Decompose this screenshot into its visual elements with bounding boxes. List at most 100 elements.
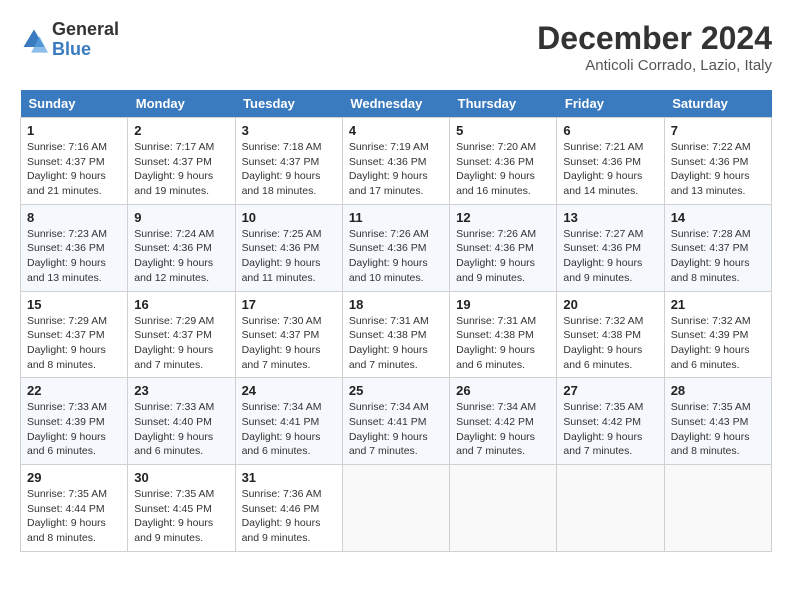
calendar-cell: 15 Sunrise: 7:29 AM Sunset: 4:37 PM Dayli…	[21, 291, 128, 378]
logo-text: General Blue	[52, 20, 119, 60]
calendar-table: SundayMondayTuesdayWednesdayThursdayFrid…	[20, 90, 772, 552]
day-number: 4	[349, 123, 443, 138]
day-info: Sunrise: 7:26 AM Sunset: 4:36 PM Dayligh…	[349, 227, 443, 286]
calendar-cell: 22Sunrise: 7:33 AM Sunset: 4:39 PM Dayli…	[21, 378, 128, 465]
calendar-cell: 5 Sunrise: 7:20 AM Sunset: 4:36 PM Daylig…	[450, 118, 557, 205]
day-number: 14	[671, 210, 765, 225]
logo-line1: General	[52, 20, 119, 40]
day-number: 26	[456, 383, 550, 398]
calendar-cell: 25Sunrise: 7:34 AM Sunset: 4:41 PM Dayli…	[342, 378, 449, 465]
day-number: 6	[563, 123, 657, 138]
calendar-cell: 7 Sunrise: 7:22 AM Sunset: 4:36 PM Daylig…	[664, 118, 771, 205]
calendar-cell: 9 Sunrise: 7:24 AM Sunset: 4:36 PM Daylig…	[128, 204, 235, 291]
day-info: Sunrise: 7:29 AM Sunset: 4:37 PM Dayligh…	[134, 314, 228, 373]
day-info: Sunrise: 7:32 AM Sunset: 4:38 PM Dayligh…	[563, 314, 657, 373]
calendar-header-monday: Monday	[128, 90, 235, 118]
calendar-cell: 2Sunrise: 7:17 AM Sunset: 4:37 PM Daylig…	[128, 118, 235, 205]
day-number: 23	[134, 383, 228, 398]
calendar-cell	[342, 465, 449, 552]
day-info: Sunrise: 7:36 AM Sunset: 4:46 PM Dayligh…	[242, 487, 336, 546]
calendar-header-wednesday: Wednesday	[342, 90, 449, 118]
day-info: Sunrise: 7:21 AM Sunset: 4:36 PM Dayligh…	[563, 140, 657, 199]
calendar-cell: 28 Sunrise: 7:35 AM Sunset: 4:43 PM Dayli…	[664, 378, 771, 465]
day-number: 24	[242, 383, 336, 398]
day-info: Sunrise: 7:34 AM Sunset: 4:42 PM Dayligh…	[456, 400, 550, 459]
day-info: Sunrise: 7:33 AM Sunset: 4:40 PM Dayligh…	[134, 400, 228, 459]
day-info: Sunrise: 7:22 AM Sunset: 4:36 PM Dayligh…	[671, 140, 765, 199]
calendar-week-row: 22Sunrise: 7:33 AM Sunset: 4:39 PM Dayli…	[21, 378, 772, 465]
day-number: 7	[671, 123, 765, 138]
day-number: 25	[349, 383, 443, 398]
calendar-cell: 14Sunrise: 7:28 AM Sunset: 4:37 PM Dayli…	[664, 204, 771, 291]
day-number: 15	[27, 297, 121, 312]
calendar-cell: 21Sunrise: 7:32 AM Sunset: 4:39 PM Dayli…	[664, 291, 771, 378]
day-info: Sunrise: 7:31 AM Sunset: 4:38 PM Dayligh…	[456, 314, 550, 373]
calendar-week-row: 8Sunrise: 7:23 AM Sunset: 4:36 PM Daylig…	[21, 204, 772, 291]
calendar-cell: 27 Sunrise: 7:35 AM Sunset: 4:42 PM Dayli…	[557, 378, 664, 465]
day-number: 11	[349, 210, 443, 225]
day-info: Sunrise: 7:29 AM Sunset: 4:37 PM Dayligh…	[27, 314, 121, 373]
day-number: 29	[27, 470, 121, 485]
day-number: 19	[456, 297, 550, 312]
day-number: 3	[242, 123, 336, 138]
calendar-week-row: 29 Sunrise: 7:35 AM Sunset: 4:44 PM Dayli…	[21, 465, 772, 552]
day-info: Sunrise: 7:27 AM Sunset: 4:36 PM Dayligh…	[563, 227, 657, 286]
calendar-cell: 3 Sunrise: 7:18 AM Sunset: 4:37 PM Daylig…	[235, 118, 342, 205]
day-number: 8	[27, 210, 121, 225]
logo: General Blue	[20, 20, 119, 60]
calendar-cell: 12Sunrise: 7:26 AM Sunset: 4:36 PM Dayli…	[450, 204, 557, 291]
calendar-header-saturday: Saturday	[664, 90, 771, 118]
day-info: Sunrise: 7:20 AM Sunset: 4:36 PM Dayligh…	[456, 140, 550, 199]
title-block: December 2024 Anticoli Corrado, Lazio, I…	[537, 20, 772, 74]
calendar-cell	[557, 465, 664, 552]
calendar-cell: 18 Sunrise: 7:31 AM Sunset: 4:38 PM Dayli…	[342, 291, 449, 378]
day-info: Sunrise: 7:35 AM Sunset: 4:44 PM Dayligh…	[27, 487, 121, 546]
day-info: Sunrise: 7:35 AM Sunset: 4:43 PM Dayligh…	[671, 400, 765, 459]
calendar-cell	[450, 465, 557, 552]
calendar-header-row: SundayMondayTuesdayWednesdayThursdayFrid…	[21, 90, 772, 118]
day-number: 16	[134, 297, 228, 312]
calendar-cell: 30Sunrise: 7:35 AM Sunset: 4:45 PM Dayli…	[128, 465, 235, 552]
day-number: 12	[456, 210, 550, 225]
day-number: 18	[349, 297, 443, 312]
day-info: Sunrise: 7:35 AM Sunset: 4:42 PM Dayligh…	[563, 400, 657, 459]
day-number: 9	[134, 210, 228, 225]
calendar-header-thursday: Thursday	[450, 90, 557, 118]
calendar-cell: 4 Sunrise: 7:19 AM Sunset: 4:36 PM Daylig…	[342, 118, 449, 205]
day-info: Sunrise: 7:30 AM Sunset: 4:37 PM Dayligh…	[242, 314, 336, 373]
calendar-cell: 13 Sunrise: 7:27 AM Sunset: 4:36 PM Dayli…	[557, 204, 664, 291]
day-info: Sunrise: 7:31 AM Sunset: 4:38 PM Dayligh…	[349, 314, 443, 373]
calendar-week-row: 1Sunrise: 7:16 AM Sunset: 4:37 PM Daylig…	[21, 118, 772, 205]
month-title: December 2024	[537, 20, 772, 57]
calendar-cell: 8Sunrise: 7:23 AM Sunset: 4:36 PM Daylig…	[21, 204, 128, 291]
day-number: 5	[456, 123, 550, 138]
calendar-header-sunday: Sunday	[21, 90, 128, 118]
calendar-cell: 26 Sunrise: 7:34 AM Sunset: 4:42 PM Dayli…	[450, 378, 557, 465]
calendar-cell: 24 Sunrise: 7:34 AM Sunset: 4:41 PM Dayli…	[235, 378, 342, 465]
day-number: 20	[563, 297, 657, 312]
calendar-cell: 10Sunrise: 7:25 AM Sunset: 4:36 PM Dayli…	[235, 204, 342, 291]
day-info: Sunrise: 7:24 AM Sunset: 4:36 PM Dayligh…	[134, 227, 228, 286]
day-number: 13	[563, 210, 657, 225]
day-info: Sunrise: 7:19 AM Sunset: 4:36 PM Dayligh…	[349, 140, 443, 199]
day-info: Sunrise: 7:25 AM Sunset: 4:36 PM Dayligh…	[242, 227, 336, 286]
day-number: 21	[671, 297, 765, 312]
calendar-header-friday: Friday	[557, 90, 664, 118]
logo-icon	[20, 26, 48, 54]
day-info: Sunrise: 7:17 AM Sunset: 4:37 PM Dayligh…	[134, 140, 228, 199]
calendar-cell: 17Sunrise: 7:30 AM Sunset: 4:37 PM Dayli…	[235, 291, 342, 378]
day-number: 30	[134, 470, 228, 485]
calendar-header-tuesday: Tuesday	[235, 90, 342, 118]
calendar-cell: 6 Sunrise: 7:21 AM Sunset: 4:36 PM Daylig…	[557, 118, 664, 205]
day-number: 1	[27, 123, 121, 138]
calendar-cell: 31Sunrise: 7:36 AM Sunset: 4:46 PM Dayli…	[235, 465, 342, 552]
day-info: Sunrise: 7:34 AM Sunset: 4:41 PM Dayligh…	[242, 400, 336, 459]
page-header: General Blue December 2024 Anticoli Corr…	[20, 20, 772, 74]
location: Anticoli Corrado, Lazio, Italy	[537, 57, 772, 74]
day-number: 27	[563, 383, 657, 398]
day-info: Sunrise: 7:18 AM Sunset: 4:37 PM Dayligh…	[242, 140, 336, 199]
calendar-cell: 29 Sunrise: 7:35 AM Sunset: 4:44 PM Dayli…	[21, 465, 128, 552]
day-number: 28	[671, 383, 765, 398]
calendar-cell: 23 Sunrise: 7:33 AM Sunset: 4:40 PM Dayli…	[128, 378, 235, 465]
logo-line2: Blue	[52, 40, 119, 60]
